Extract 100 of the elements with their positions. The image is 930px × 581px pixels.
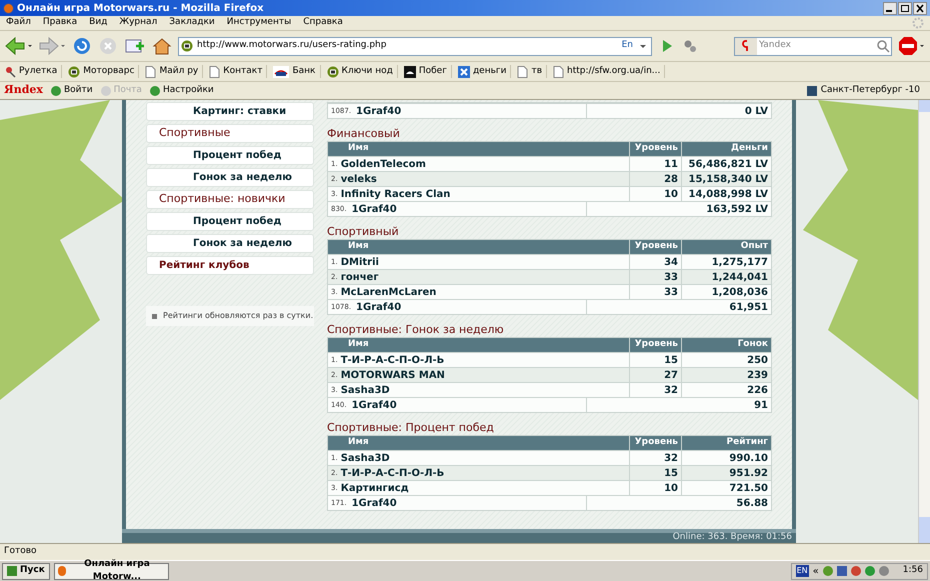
level-cell-text: 15	[664, 354, 678, 368]
yandex-bar-item[interactable]: Войти	[50, 84, 93, 98]
column-header: Имя	[347, 338, 370, 352]
menu-item[interactable]: Закладки	[169, 16, 215, 30]
menu-item[interactable]: Файл	[6, 16, 31, 30]
sidebar-item[interactable]: Рейтинг клубов	[146, 256, 314, 275]
start-button[interactable]: Пуск	[2, 562, 50, 580]
value-cell-text: 15,158,340 LV	[688, 172, 768, 186]
value-cell-text: 56.88	[736, 496, 768, 510]
bookmark-item[interactable]: Банк	[273, 64, 320, 78]
section-title: Спортивные: Гонок за неделю	[327, 322, 505, 337]
menu-item[interactable]: Журнал	[119, 16, 158, 30]
bookmark-item[interactable]: Моторварс	[68, 64, 140, 78]
clock: 1:56	[902, 564, 923, 578]
menu-item[interactable]: Инструменты	[226, 16, 292, 30]
gears-icon[interactable]	[682, 38, 698, 54]
bookmark-item[interactable]: Рулетка	[4, 64, 62, 78]
sidebar-item[interactable]: Картинг: ставки	[146, 102, 314, 121]
player-name[interactable]: 1Graf40	[352, 202, 397, 216]
sidebar-item[interactable]: Процент побед	[146, 146, 314, 165]
bookmark-item[interactable]: Ключи нод	[326, 64, 398, 78]
value-cell-text: 990.10	[729, 452, 768, 466]
player-name[interactable]: 1Graf40	[352, 398, 397, 412]
online-counter: Online: 363. Время: 01:56	[672, 531, 792, 543]
bookmark-item[interactable]: http://sfw.org.ua/in...	[553, 64, 666, 78]
value-cell-text: 1,244,041	[712, 270, 768, 284]
sidebar-item[interactable]: Процент побед	[146, 212, 314, 231]
tray-icon	[836, 566, 847, 576]
menu-item[interactable]: Справка	[303, 16, 343, 30]
yandex-bar-item[interactable]: Настройки	[150, 84, 214, 98]
player-name[interactable]: 1Graf40	[356, 300, 402, 314]
player-name[interactable]: гончег	[340, 270, 379, 284]
player-name[interactable]: Картингисд	[340, 480, 409, 496]
expand-tray-button[interactable]: «	[812, 564, 819, 578]
section-title: Спортивные: Процент побед	[327, 420, 495, 435]
menu-item[interactable]: Вид	[89, 16, 108, 30]
level-cell-text: 33	[664, 286, 678, 300]
search-input[interactable]: Yandex	[757, 39, 875, 53]
bookmark-item[interactable]: Контакт	[209, 64, 268, 78]
player-name[interactable]: Т-И-Р-А-С-П-О-Л-Ь	[340, 352, 444, 368]
player-name[interactable]: 1Graf40	[356, 104, 402, 118]
level-cell-text: 10	[664, 482, 678, 496]
value-cell-text: 0 LV	[744, 104, 768, 118]
back-button[interactable]	[4, 36, 32, 56]
player-name[interactable]: Sasha3D	[340, 450, 390, 466]
yandex-icon	[735, 38, 757, 54]
home-button[interactable]	[152, 36, 172, 56]
level-cell-text: 32	[664, 452, 678, 466]
sidebar-item[interactable]: Гонок за неделю	[146, 234, 314, 253]
weather-item[interactable]: Санкт-Петербург -10	[806, 84, 926, 98]
value-cell-text: 14,088,998 LV	[688, 188, 768, 202]
pin-icon	[4, 66, 16, 78]
page-icon	[517, 66, 528, 78]
throbber-icon	[912, 17, 924, 29]
bookmark-item[interactable]: Побег	[404, 64, 452, 78]
player-name[interactable]: McLarenMcLaren	[340, 284, 436, 300]
maximize-button[interactable]	[898, 2, 912, 14]
player-name[interactable]: 1Graf40	[352, 496, 397, 510]
sidebar-item[interactable]: Спортивные: новички	[146, 190, 314, 209]
player-name[interactable]: MOTORWARS MAN	[340, 368, 445, 382]
yandex-logo[interactable]: Яndex	[4, 82, 43, 99]
level-cell-text: 28	[664, 172, 678, 186]
player-name[interactable]: DMitrii	[340, 254, 379, 270]
value-cell-text: 721.50	[729, 482, 768, 496]
close-button[interactable]	[913, 2, 927, 14]
cross-icon	[458, 66, 470, 78]
section-title: Спортивный	[327, 224, 400, 239]
firefox-icon	[58, 566, 66, 576]
search-icon[interactable]	[875, 38, 891, 54]
minimize-button[interactable]	[883, 2, 897, 14]
sidebar-item[interactable]: Гонок за неделю	[146, 168, 314, 187]
tray-icon	[864, 566, 875, 576]
value-cell-text: 951.92	[729, 466, 768, 480]
adblock-icon[interactable]	[898, 36, 926, 56]
sidebar-item[interactable]: Спортивные	[146, 124, 314, 143]
player-name[interactable]: GoldenTelecom	[340, 156, 426, 172]
value-cell-text: 250	[747, 354, 768, 368]
bookmark-item[interactable]: тв	[517, 64, 548, 78]
page-icon	[209, 66, 220, 78]
bookmark-item[interactable]: деньги	[458, 64, 512, 78]
address-field[interactable]: http://www.motorwars.ru/users-rating.php En	[178, 36, 652, 56]
value-cell-text: 1,208,036	[712, 286, 768, 300]
windows-icon	[7, 566, 17, 576]
player-name[interactable]: Infinity Racers Clan	[340, 186, 450, 202]
level-cell-text: 32	[664, 384, 678, 398]
forward-button[interactable]	[38, 36, 66, 56]
bank-logo-icon	[273, 66, 290, 78]
page-icon	[553, 66, 564, 78]
reload-button[interactable]	[72, 36, 92, 56]
player-name[interactable]: Т-И-Р-А-С-П-О-Л-Ь	[340, 466, 444, 480]
bookmark-item[interactable]: Майл ру	[145, 64, 204, 78]
search-field[interactable]: Yandex	[734, 36, 892, 56]
player-name[interactable]: Sasha3D	[340, 382, 390, 398]
value-cell-text: 56,486,821 LV	[688, 158, 768, 172]
player-name[interactable]: veleks	[340, 172, 377, 186]
column-header: Имя	[347, 436, 370, 450]
firefox-icon	[3, 2, 14, 14]
language-indicator[interactable]: EN	[796, 565, 809, 577]
column-header: Имя	[347, 142, 370, 156]
menu-item[interactable]: Правка	[42, 16, 78, 30]
